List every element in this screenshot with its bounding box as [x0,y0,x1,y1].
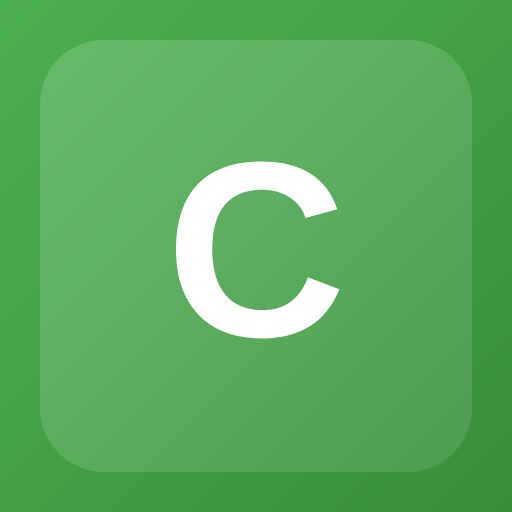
app-icon: C [0,0,512,512]
icon-tile: C [40,40,472,472]
icon-letter: C [165,110,347,389]
